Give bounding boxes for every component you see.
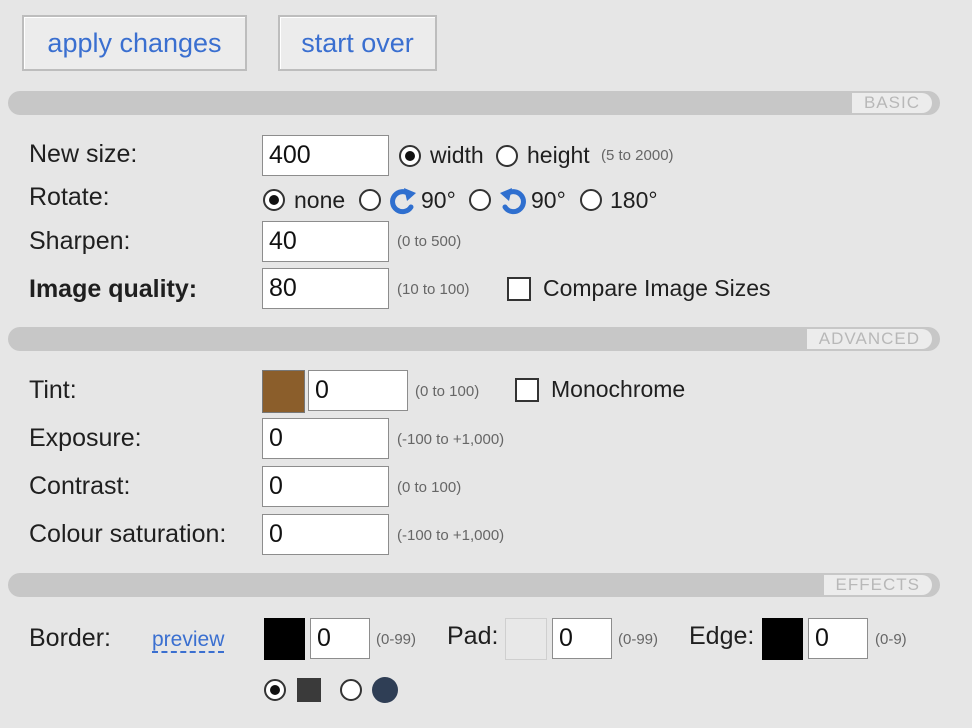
sharpen-label: Sharpen: bbox=[29, 227, 131, 255]
size-height-label: height bbox=[527, 142, 590, 168]
edge-color-swatch[interactable] bbox=[762, 618, 803, 660]
compare-image-sizes-label: Compare Image Sizes bbox=[543, 275, 771, 301]
rotate-180-label: 180° bbox=[610, 187, 658, 213]
contrast-input[interactable]: 0 bbox=[262, 466, 389, 507]
new-size-hint: (5 to 2000) bbox=[601, 147, 674, 164]
pad-label: Pad: bbox=[447, 622, 499, 650]
compare-image-sizes-checkbox[interactable] bbox=[507, 277, 531, 301]
new-size-label: New size: bbox=[29, 140, 138, 168]
shape-round-radio[interactable] bbox=[340, 679, 362, 701]
basic-section-bar: BASIC bbox=[8, 91, 940, 115]
advanced-section-title: ADVANCED bbox=[806, 329, 932, 349]
shape-square-radio[interactable] bbox=[264, 679, 286, 701]
rotate-ccw-label: 90° bbox=[531, 187, 566, 213]
rotate-counterclockwise-icon bbox=[497, 185, 529, 217]
image-quality-label: Image quality: bbox=[29, 275, 198, 303]
rotate-clockwise-icon bbox=[387, 185, 419, 217]
apply-changes-button[interactable]: apply changes bbox=[22, 15, 247, 71]
exposure-hint: (-100 to +1,000) bbox=[397, 431, 505, 448]
colour-saturation-input[interactable]: 0 bbox=[262, 514, 389, 555]
contrast-hint: (0 to 100) bbox=[397, 479, 462, 496]
basic-section-title: BASIC bbox=[851, 93, 932, 113]
size-height-radio[interactable] bbox=[496, 145, 518, 167]
sharpen-input[interactable]: 40 bbox=[262, 221, 389, 262]
colour-saturation-label: Colour saturation: bbox=[29, 520, 227, 548]
border-preview-link[interactable]: preview bbox=[152, 629, 225, 653]
advanced-section-bar: ADVANCED bbox=[8, 327, 940, 351]
edge-input[interactable]: 0 bbox=[808, 618, 868, 659]
border-color-swatch[interactable] bbox=[264, 618, 305, 660]
sharpen-hint: (0 to 500) bbox=[397, 233, 462, 250]
size-width-label: width bbox=[430, 142, 484, 168]
pad-hint: (0-99) bbox=[618, 631, 659, 648]
tint-color-swatch[interactable] bbox=[262, 370, 305, 413]
rotate-none-label: none bbox=[294, 187, 346, 213]
exposure-input[interactable]: 0 bbox=[262, 418, 389, 459]
border-label: Border: bbox=[29, 624, 111, 652]
rotate-cw-label: 90° bbox=[421, 187, 456, 213]
size-width-radio[interactable] bbox=[399, 145, 421, 167]
monochrome-checkbox[interactable] bbox=[515, 378, 539, 402]
tint-label: Tint: bbox=[29, 376, 77, 404]
pad-color-swatch[interactable] bbox=[505, 618, 547, 660]
contrast-label: Contrast: bbox=[29, 472, 131, 500]
colour-saturation-hint: (-100 to +1,000) bbox=[397, 527, 505, 544]
rotate-180-radio[interactable] bbox=[580, 189, 602, 211]
tint-hint: (0 to 100) bbox=[415, 383, 480, 400]
new-size-input[interactable]: 400 bbox=[262, 135, 389, 176]
square-shape-icon bbox=[297, 678, 321, 702]
border-input[interactable]: 0 bbox=[310, 618, 370, 659]
image-quality-input[interactable]: 80 bbox=[262, 268, 389, 309]
rotate-cw-radio[interactable] bbox=[359, 189, 381, 211]
edge-label: Edge: bbox=[689, 622, 755, 650]
border-hint: (0-99) bbox=[376, 631, 417, 648]
image-quality-hint: (10 to 100) bbox=[397, 281, 470, 298]
monochrome-label: Monochrome bbox=[551, 376, 686, 402]
rotate-none-radio[interactable] bbox=[263, 189, 285, 211]
round-shape-icon bbox=[372, 677, 398, 703]
start-over-button[interactable]: start over bbox=[278, 15, 437, 71]
edge-hint: (0-9) bbox=[875, 631, 907, 648]
exposure-label: Exposure: bbox=[29, 424, 142, 452]
effects-section-title: EFFECTS bbox=[823, 575, 932, 595]
effects-section-bar: EFFECTS bbox=[8, 573, 940, 597]
tint-input[interactable]: 0 bbox=[308, 370, 408, 411]
rotate-ccw-radio[interactable] bbox=[469, 189, 491, 211]
rotate-label: Rotate: bbox=[29, 183, 110, 211]
pad-input[interactable]: 0 bbox=[552, 618, 612, 659]
